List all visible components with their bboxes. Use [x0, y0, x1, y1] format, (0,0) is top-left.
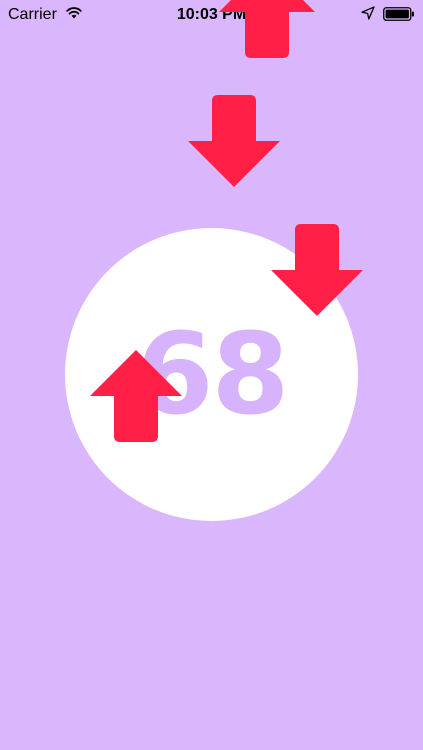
up-arrow-icon[interactable]	[88, 350, 184, 444]
down-arrow-icon[interactable]	[269, 224, 365, 318]
battery-icon	[383, 7, 415, 21]
up-arrow-icon[interactable]	[219, 0, 315, 58]
status-bar: Carrier 10:03 PM	[0, 0, 423, 30]
game-screen[interactable]: Carrier 10:03 PM 68	[0, 0, 423, 750]
clock-time: 10:03 PM	[176, 6, 247, 23]
down-arrow-icon[interactable]	[186, 95, 282, 189]
location-arrow-icon	[361, 6, 375, 20]
